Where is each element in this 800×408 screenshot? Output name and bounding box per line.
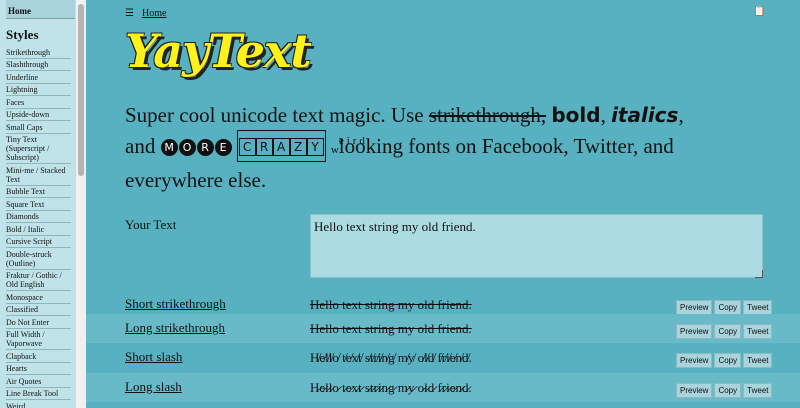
sidebar-item[interactable]: Bubble Text: [6, 186, 71, 198]
result-output: H̸e̸l̸l̸o̸ t̸e̸x̸t̸ s̸t̸r̸i̸n̸g̸ m̸y̸ o̸…: [310, 350, 472, 365]
your-text-label: Your Text: [125, 217, 177, 232]
result-output: H̷e̷l̷l̷o̷ t̷e̷x̷t̷ s̷t̷r̷i̷n̷g̷ m̷y̷ o̷…: [310, 380, 472, 395]
weird-stacked: eird: [338, 135, 368, 147]
bubble-letter: O: [178, 139, 196, 156]
style-list: Strikethrough Slashthrough Underline Lightn…: [6, 46, 71, 408]
result-output: Hello text string my old friend.: [310, 297, 472, 312]
sidebar-item[interactable]: Mini-me / Stacked Text: [6, 164, 71, 186]
tagline-strike: strikethrough,: [428, 103, 547, 127]
main-content: ☰ Home 📋 YayText Super cool unicode text…: [86, 0, 800, 408]
bubble-letter: M: [160, 139, 178, 156]
tagline-italic: italics: [611, 103, 679, 127]
sidebar-item[interactable]: Faces: [6, 96, 71, 109]
sidebar-item[interactable]: Strikethrough: [6, 46, 71, 59]
bubble-letter: E: [214, 139, 232, 156]
square-letter: Y: [306, 138, 324, 156]
sidebar-item[interactable]: Classified: [6, 304, 71, 316]
tweet-button[interactable]: Tweet: [743, 383, 773, 398]
sidebar: Home Styles Strikethrough Slashthrough Und…: [0, 0, 75, 408]
square-letter: Z: [289, 138, 307, 156]
sidebar-item[interactable]: Hearts: [6, 363, 71, 375]
tweet-button[interactable]: Tweet: [743, 353, 773, 368]
sidebar-item[interactable]: Underline: [6, 71, 71, 84]
tagline-comma2: ,: [678, 103, 684, 127]
sidebar-item[interactable]: Weird: [6, 400, 71, 408]
preview-button[interactable]: Preview: [676, 324, 713, 339]
sidebar-item[interactable]: Line Break Tool: [6, 388, 71, 400]
result-actions: Preview Copy Tweet: [674, 297, 773, 315]
logo: YayText: [125, 24, 312, 78]
square-letter: R: [255, 138, 273, 156]
result-row: Long strikethrough Hello text string my o…: [86, 314, 800, 343]
preview-button[interactable]: Preview: [676, 353, 713, 368]
sidebar-item[interactable]: Do Not Enter: [6, 316, 71, 329]
breadcrumb-home[interactable]: Home: [142, 8, 166, 19]
sidebar-item[interactable]: Fraktur / Gothic / Old English: [6, 270, 71, 291]
scrollbar-thumb[interactable]: [78, 4, 84, 176]
result-style-link[interactable]: Long slash: [125, 379, 182, 395]
result-style-link[interactable]: Long strikethrough: [125, 320, 225, 336]
square-letter: A: [272, 138, 290, 156]
bubble-letter: R: [196, 139, 214, 156]
tagline-square-crazy: CRAZY: [236, 130, 326, 162]
result-actions: Preview Copy Tweet: [674, 321, 773, 339]
tagline-text: Super cool unicode text magic. Use: [125, 103, 429, 127]
sidebar-item[interactable]: Cursive Script: [6, 236, 71, 248]
sidebar-scrollbar[interactable]: [75, 0, 86, 408]
weird-w: w: [330, 144, 339, 156]
sidebar-item[interactable]: Upside-down: [6, 109, 71, 121]
result-style-link[interactable]: Short strikethrough: [125, 296, 226, 312]
sidebar-home-link[interactable]: Home: [6, 0, 75, 19]
sidebar-item[interactable]: Slashthrough: [6, 59, 71, 71]
tagline-and: and: [125, 134, 161, 158]
result-output: Hello text string my old friend.: [310, 321, 472, 336]
result-actions: Preview Copy Tweet: [674, 350, 773, 368]
tagline-bold: bold: [551, 103, 601, 127]
result-style-link[interactable]: Short slash: [125, 349, 182, 365]
copy-button[interactable]: Copy: [714, 324, 742, 339]
your-text-input[interactable]: [310, 214, 763, 278]
copy-button[interactable]: Copy: [714, 300, 742, 315]
resize-handle[interactable]: [755, 270, 763, 278]
preview-button[interactable]: Preview: [676, 383, 713, 398]
result-row: Short slash H̸e̸l̸l̸o̸ t̸e̸x̸t̸ s̸t̸r̸i̸n…: [86, 343, 800, 372]
tagline-bubble-more: MORE: [160, 134, 233, 158]
tagline: Super cool unicode text magic. Use strik…: [125, 100, 765, 195]
sidebar-item[interactable]: Air Quotes: [6, 375, 71, 388]
copy-button[interactable]: Copy: [714, 383, 742, 398]
styles-heading: Styles: [6, 27, 39, 42]
sidebar-item[interactable]: Full Width / Vaporwave: [6, 329, 71, 350]
tweet-button[interactable]: Tweet: [743, 300, 773, 315]
sidebar-item[interactable]: Monospace: [6, 291, 71, 304]
sidebar-item[interactable]: Double-struck (Outline): [6, 248, 71, 270]
sidebar-item[interactable]: Bold / Italic: [6, 223, 71, 236]
square-letter: C: [238, 138, 256, 156]
tagline-weird: w eird: [330, 135, 365, 156]
clipboard-icon[interactable]: 📋: [753, 6, 765, 17]
sidebar-item[interactable]: Square Text: [6, 198, 71, 211]
result-actions: Preview Copy Tweet: [674, 380, 773, 398]
sidebar-item[interactable]: Clapback: [6, 350, 71, 363]
sidebar-item[interactable]: Diamonds: [6, 211, 71, 223]
result-row: Long slash H̷e̷l̷l̷o̷ t̷e̷x̷t̷ s̷t̷r̷i̷n̷…: [86, 373, 800, 402]
tweet-button[interactable]: Tweet: [743, 324, 773, 339]
preview-button[interactable]: Preview: [676, 300, 713, 315]
copy-button[interactable]: Copy: [714, 353, 742, 368]
sidebar-item[interactable]: Tiny Text (Superscript / Subscript): [6, 134, 71, 164]
sidebar-item[interactable]: Small Caps: [6, 121, 71, 134]
menu-icon[interactable]: ☰: [125, 8, 134, 19]
sidebar-item[interactable]: Lightning: [6, 84, 71, 96]
tagline-comma: ,: [600, 103, 606, 127]
